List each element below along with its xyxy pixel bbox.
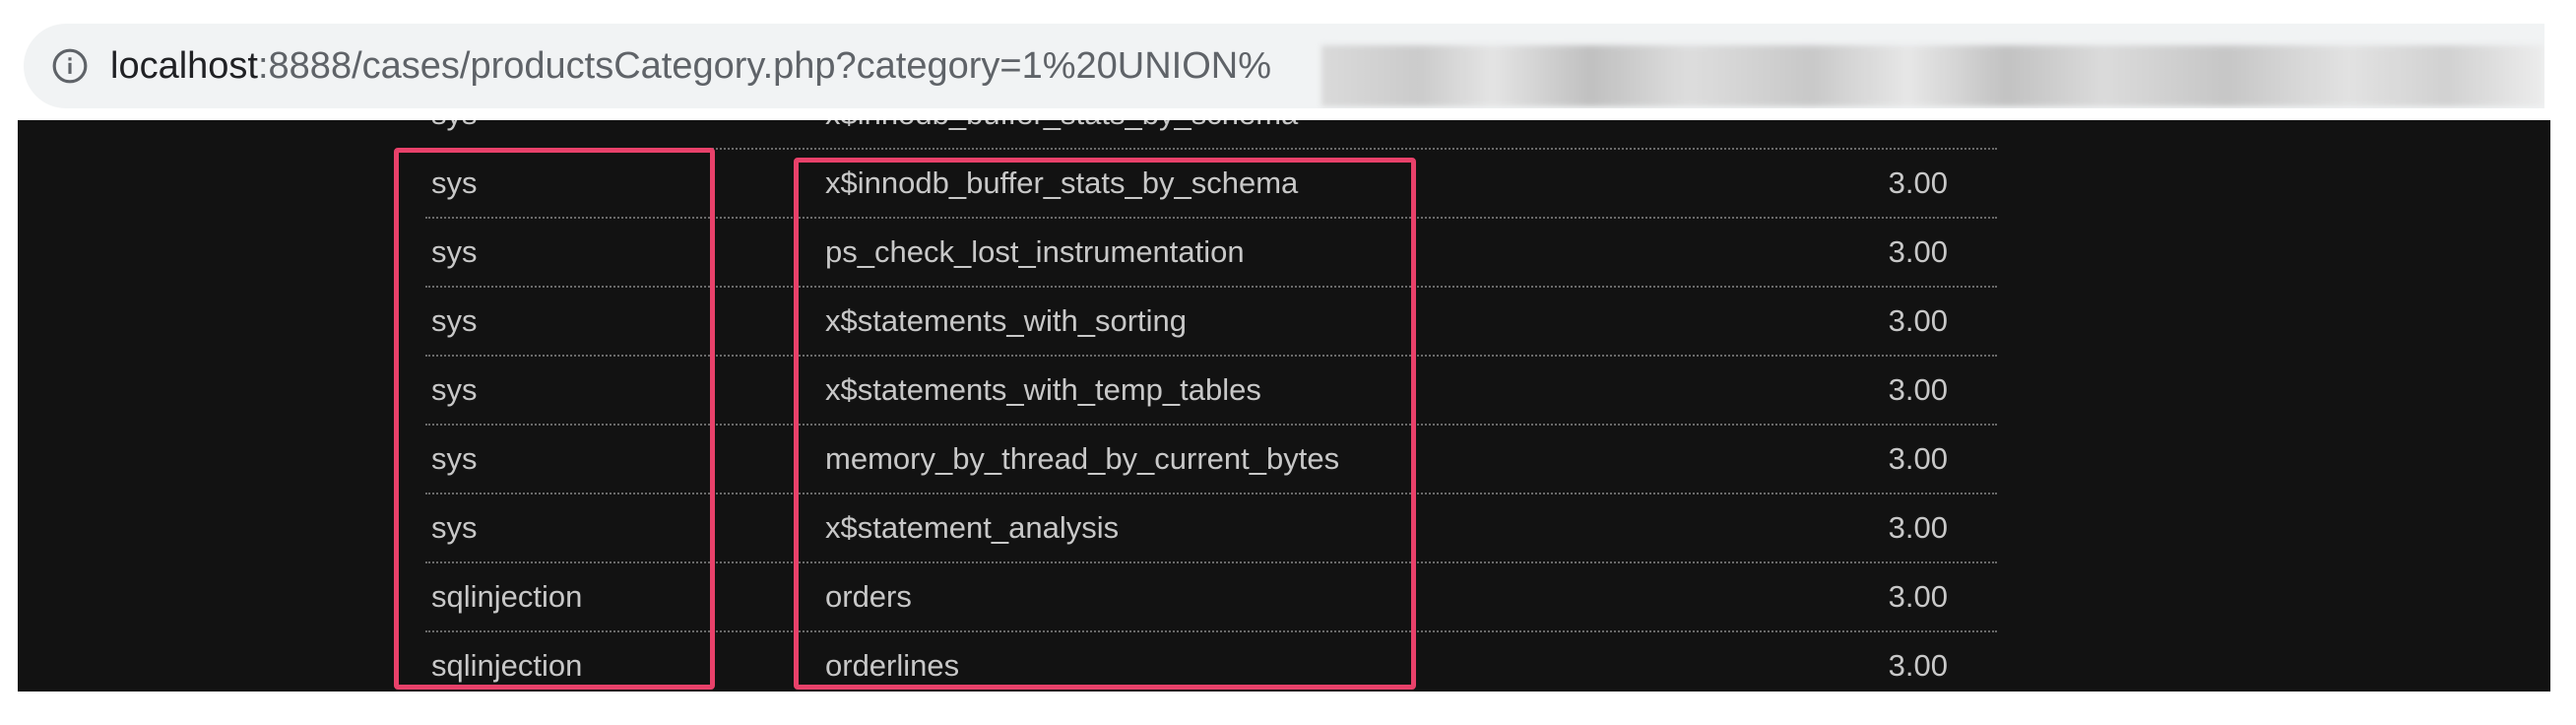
value-cell: 3.00 [1888,579,1948,614]
table-row: sqlinjection orderlines 3.00 [425,632,1997,692]
table-name-cell: x$innodb_buffer_stats_by_schema [825,120,1298,148]
info-icon[interactable] [51,47,89,85]
table-name-cell: memory_by_thread_by_current_bytes [825,441,1340,476]
address-bar[interactable]: localhost:8888/cases/productsCategory.ph… [24,24,2544,108]
url-path: :8888/cases/productsCategory.php?categor… [257,45,1272,87]
table-row: sys memory_by_thread_by_current_bytes 3.… [425,426,1997,494]
table-row: sys x$statements_with_sorting 3.00 [425,288,1997,357]
table-row: sqlinjection orders 3.00 [425,563,1997,632]
results-table: sys x$innodb_buffer_stats_by_schema sys … [425,120,1997,692]
table-row: sys x$statements_with_temp_tables 3.00 [425,357,1997,426]
schema-cell: sqlinjection [431,579,583,614]
results-panel: sys x$innodb_buffer_stats_by_schema sys … [18,120,2550,692]
value-cell: 3.00 [1888,372,1948,407]
schema-cell: sys [431,303,478,338]
url-text[interactable]: localhost:8888/cases/productsCategory.ph… [110,24,1271,108]
schema-cell: sys [431,510,478,545]
schema-cell: sys [431,372,478,407]
url-host: localhost [110,45,258,87]
value-cell: 3.00 [1888,234,1948,269]
schema-cell: sqlinjection [431,648,583,683]
schema-cell: sys [431,441,478,476]
table-name-cell: ps_check_lost_instrumentation [825,234,1245,269]
redacted-url-region [1321,45,2544,106]
table-row: sys x$statement_analysis 3.00 [425,494,1997,563]
value-cell: 3.00 [1888,510,1948,545]
table-row-partial: sys x$innodb_buffer_stats_by_schema [425,120,1997,150]
table-name-cell: x$statements_with_temp_tables [825,372,1261,407]
table-row: sys ps_check_lost_instrumentation 3.00 [425,219,1997,288]
table-name-cell: x$innodb_buffer_stats_by_schema [825,165,1299,200]
value-cell: 3.00 [1888,303,1948,338]
schema-cell: sys [431,165,478,200]
value-cell: 3.00 [1888,648,1948,683]
schema-cell: sys [431,234,478,269]
browser-window: localhost:8888/cases/productsCategory.ph… [0,0,2576,725]
value-cell: 3.00 [1888,165,1948,200]
table-name-cell: x$statement_analysis [825,510,1120,545]
table-row: sys x$innodb_buffer_stats_by_schema 3.00 [425,150,1997,219]
table-name-cell: x$statements_with_sorting [825,303,1188,338]
table-name-cell: orderlines [825,648,960,683]
table-name-cell: orders [825,579,912,614]
schema-cell: sys [431,120,478,148]
value-cell: 3.00 [1888,441,1948,476]
